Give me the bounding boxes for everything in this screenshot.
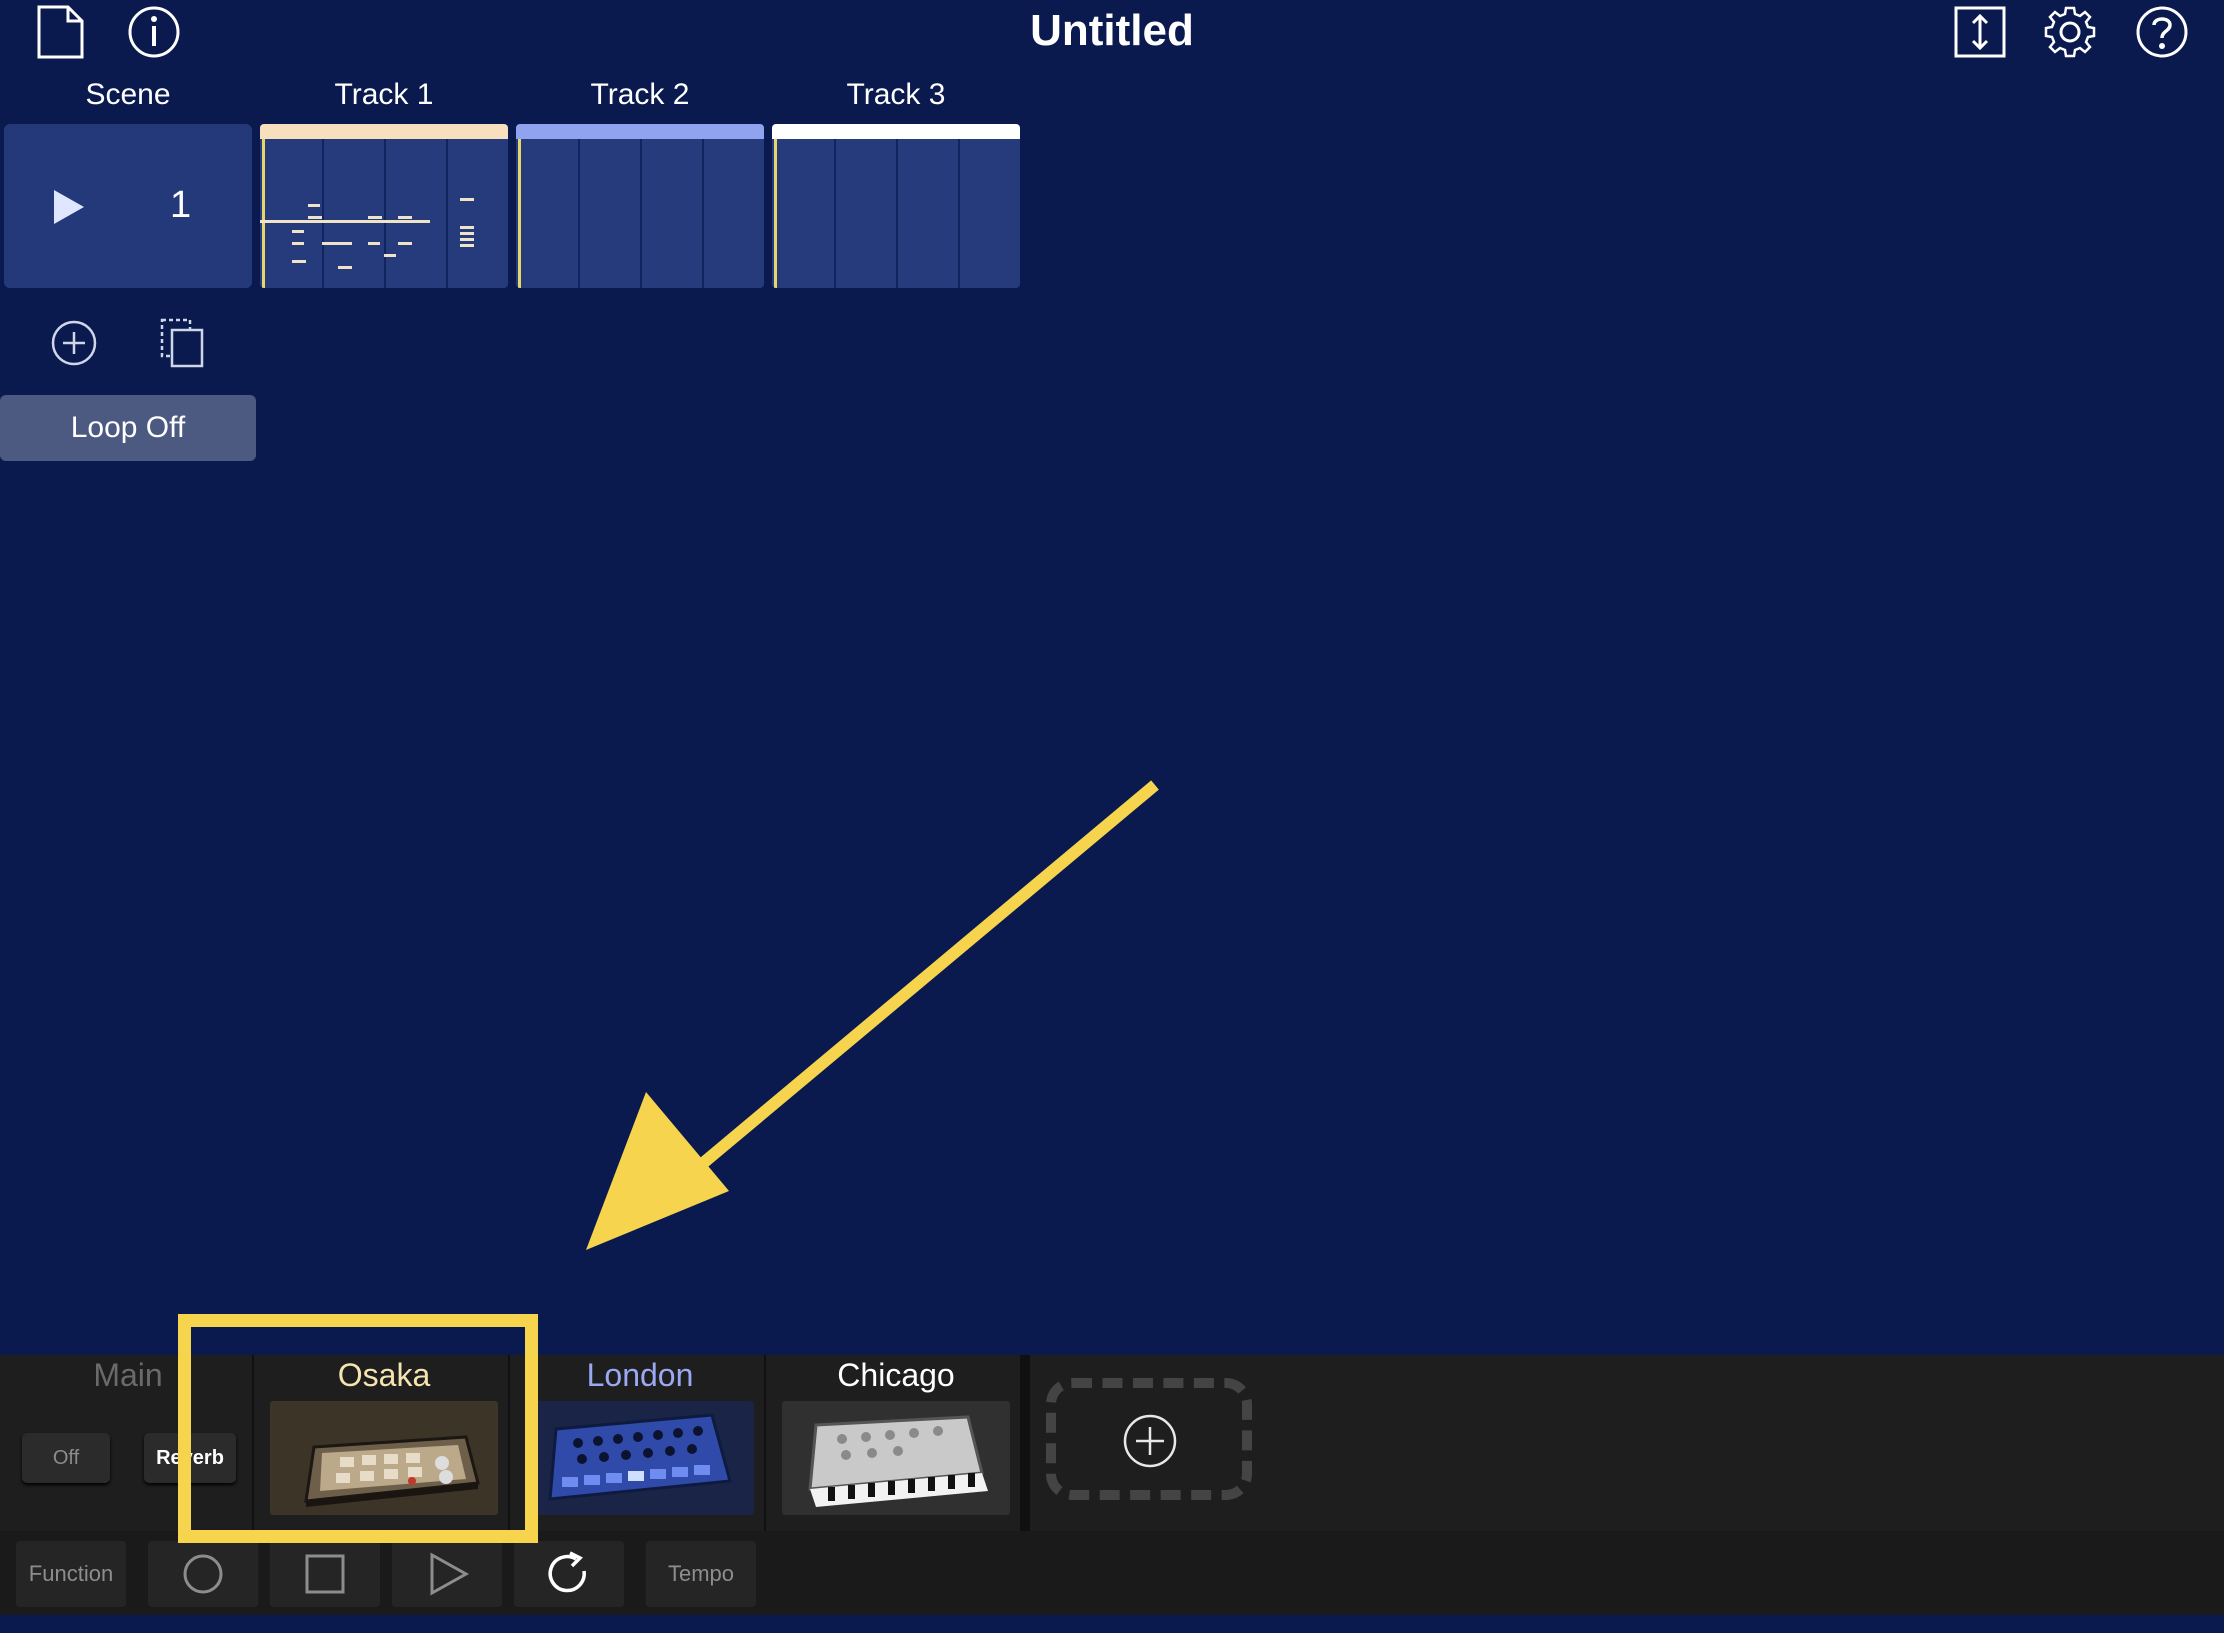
stop-button[interactable]	[270, 1541, 380, 1607]
tempo-button[interactable]: Tempo	[646, 1541, 756, 1607]
play-button[interactable]	[392, 1541, 502, 1607]
scene-number: 1	[170, 184, 192, 226]
loop-icon	[548, 1551, 586, 1593]
stop-icon	[305, 1554, 345, 1594]
add-instrument-icon[interactable]	[1122, 1413, 1178, 1474]
scene-header: Scene	[85, 78, 171, 111]
main-off-button[interactable]: Off	[22, 1433, 110, 1483]
duplicate-scene-icon[interactable]	[160, 318, 206, 373]
track-3-color-bar	[772, 124, 1020, 139]
play-scene-icon[interactable]	[52, 188, 86, 231]
gear-icon[interactable]	[2042, 4, 2098, 60]
chicago-instrument-thumbnail[interactable]	[782, 1401, 1010, 1515]
annotation-highlight-box	[178, 1314, 538, 1543]
track-3-clip[interactable]	[772, 124, 1020, 288]
track-1-color-bar	[260, 124, 508, 139]
record-button[interactable]	[148, 1541, 258, 1607]
loop-button[interactable]	[514, 1541, 624, 1607]
play-icon	[430, 1552, 470, 1596]
track-2-clip[interactable]	[516, 124, 764, 288]
chicago-strip-label: Chicago	[837, 1357, 955, 1393]
loop-toggle-button[interactable]: Loop Off	[0, 395, 256, 461]
resize-vertical-icon[interactable]	[1952, 4, 2008, 60]
london-instrument-thumbnail[interactable]	[526, 1401, 754, 1515]
track-2-color-bar	[516, 124, 764, 139]
annotation-arrow	[580, 770, 1180, 1275]
add-scene-icon[interactable]	[50, 319, 98, 372]
london-strip-label: London	[586, 1357, 694, 1393]
help-icon[interactable]	[2134, 4, 2190, 60]
record-icon	[183, 1554, 223, 1594]
document-title: Untitled	[1030, 6, 1194, 55]
function-button[interactable]: Function	[16, 1541, 126, 1607]
scene-1-cell[interactable]	[4, 124, 252, 288]
track-1-clip[interactable]	[260, 124, 508, 288]
track-2-header: Track 2	[590, 78, 690, 111]
track-3-header: Track 3	[846, 78, 946, 111]
track-1-header: Track 1	[334, 78, 434, 111]
